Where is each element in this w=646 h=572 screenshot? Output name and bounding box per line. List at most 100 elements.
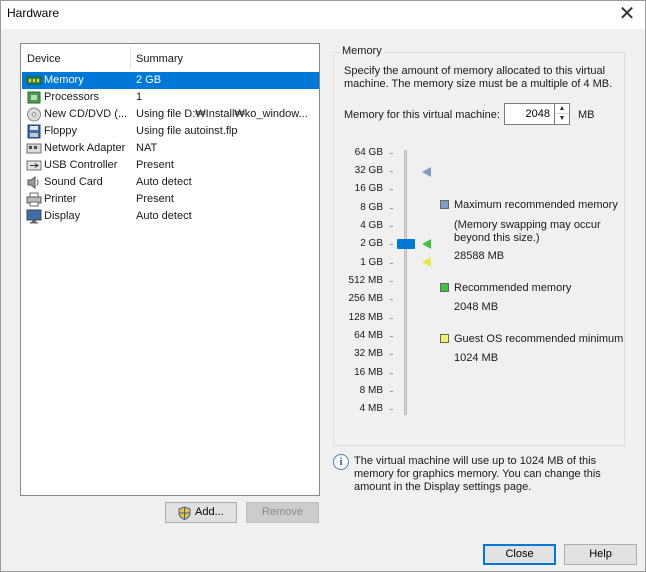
graphics-memory-info: The virtual machine will use up to 1024 …	[354, 455, 601, 493]
add-button[interactable]: Add...	[165, 502, 237, 523]
device-name: Memory	[44, 74, 84, 86]
device-name: New CD/DVD (...	[44, 108, 128, 120]
memory-size-input[interactable]	[504, 103, 555, 125]
scale-label: 32 GB	[354, 165, 383, 176]
device-name: Display	[44, 210, 81, 222]
guest-minimum-swatch	[440, 334, 449, 343]
memory-icon	[26, 76, 42, 85]
network-adapter-icon	[26, 143, 42, 154]
guest-minimum-marker	[422, 257, 431, 267]
sound-card-icon	[27, 176, 39, 189]
max-recommended-label: Maximum recommended memory	[454, 199, 618, 211]
scale-label: 8 MB	[359, 385, 383, 396]
scale-tick	[390, 226, 393, 227]
max-recommended-value: 28588 MB	[454, 250, 505, 262]
scale-label: 16 MB	[354, 367, 383, 378]
max-recommended-note: (Memory swapping may occur beyond this s…	[454, 219, 601, 244]
device-name: USB Controller	[44, 159, 118, 171]
scale-label: 32 MB	[354, 348, 383, 359]
memory-slider-track[interactable]	[404, 150, 407, 415]
processor-icon	[27, 91, 41, 104]
scale-label: 4 MB	[359, 403, 383, 414]
help-button[interactable]: Help	[564, 544, 637, 565]
title-bar: Hardware ✕	[1, 1, 645, 29]
scale-tick	[390, 263, 393, 264]
device-row-floppy[interactable]: Floppy Using file autoinst.flp	[22, 123, 319, 140]
device-summary: 1	[136, 91, 143, 103]
column-separator[interactable]	[130, 46, 131, 68]
column-header-summary[interactable]: Summary	[136, 53, 183, 65]
guest-minimum-label: Guest OS recommended minimum	[454, 333, 624, 345]
spin-up-icon[interactable]: ▲	[555, 104, 569, 114]
close-button[interactable]: Close	[483, 544, 556, 565]
device-row-display[interactable]: Display Auto detect	[22, 208, 319, 225]
scale-tick	[390, 409, 393, 410]
add-button-label: Add...	[195, 506, 224, 518]
scale-tick	[390, 299, 393, 300]
device-row-processors[interactable]: Processors 1	[22, 89, 319, 106]
scale-label: 4 GB	[360, 220, 383, 231]
device-list[interactable]: Device Summary Memory 2 GB Processors 1 …	[20, 43, 320, 496]
memory-unit: MB	[578, 109, 595, 121]
device-row-network-adapter[interactable]: Network Adapter NAT	[22, 140, 319, 157]
window-title: Hardware	[7, 6, 60, 20]
device-row-printer[interactable]: Printer Present	[22, 191, 319, 208]
scale-label: 64 GB	[354, 147, 383, 158]
memory-field-label: Memory for this virtual machine:	[344, 109, 500, 121]
recommended-value: 2048 MB	[454, 301, 499, 313]
scale-label: 1 GB	[360, 257, 383, 268]
recommended-swatch	[440, 283, 449, 292]
device-name: Sound Card	[44, 176, 103, 188]
device-summary: Auto detect	[136, 176, 192, 188]
device-summary: Using file autoinst.flp	[136, 125, 238, 137]
device-row-memory[interactable]: Memory 2 GB	[22, 72, 319, 89]
memory-slider-thumb[interactable]	[397, 239, 415, 249]
scale-tick	[390, 336, 393, 337]
device-row-usb-controller[interactable]: USB Controller Present	[22, 157, 319, 174]
scale-label: 16 GB	[354, 183, 383, 194]
printer-icon	[26, 192, 42, 207]
device-name: Floppy	[44, 125, 78, 137]
device-row-sound-card[interactable]: Sound Card Auto detect	[22, 174, 319, 191]
spin-down-icon[interactable]: ▼	[555, 114, 569, 124]
scale-tick	[390, 153, 393, 154]
scale-tick	[390, 318, 393, 319]
recommended-label: Recommended memory	[454, 282, 572, 294]
scale-tick	[390, 244, 393, 245]
shield-icon	[178, 506, 191, 520]
max-recommended-marker	[422, 167, 431, 177]
remove-button[interactable]: Remove	[246, 502, 319, 523]
scale-tick	[390, 373, 393, 374]
device-name: Network Adapter	[44, 142, 126, 154]
scale-label: 512 MB	[348, 275, 383, 286]
guest-minimum-value: 1024 MB	[454, 352, 499, 364]
close-icon[interactable]: ✕	[615, 3, 639, 25]
device-list-header: Device Summary	[21, 44, 319, 70]
scale-label: 256 MB	[348, 293, 383, 304]
scale-label: 128 MB	[348, 312, 383, 323]
device-row-cd-dvd[interactable]: New CD/DVD (... Using file D:₩Install₩ko…	[22, 106, 319, 123]
scale-tick	[390, 391, 393, 392]
memory-group-title: Memory	[340, 45, 384, 57]
device-summary: Using file D:₩Install₩ko_window...	[136, 108, 308, 120]
scale-tick	[390, 189, 393, 190]
cd-dvd-icon	[27, 107, 41, 122]
scale-label: 64 MB	[354, 330, 383, 341]
device-summary: Present	[136, 159, 174, 171]
device-summary: 2 GB	[136, 74, 162, 86]
device-summary: Auto detect	[136, 210, 192, 222]
scale-label: 8 GB	[360, 202, 383, 213]
memory-description: Specify the amount of memory allocated t…	[344, 65, 613, 90]
scale-tick	[390, 281, 393, 282]
usb-icon	[26, 160, 42, 171]
scale-label: 2 GB	[360, 238, 383, 249]
display-icon	[26, 209, 42, 224]
device-summary: Present	[136, 193, 174, 205]
column-header-device[interactable]: Device	[27, 53, 61, 65]
scale-tick	[390, 354, 393, 355]
memory-spinner[interactable]: ▲ ▼	[555, 103, 570, 125]
recommended-marker	[422, 239, 431, 249]
scale-tick	[390, 171, 393, 172]
info-icon: i	[333, 454, 349, 470]
floppy-icon	[27, 124, 41, 139]
